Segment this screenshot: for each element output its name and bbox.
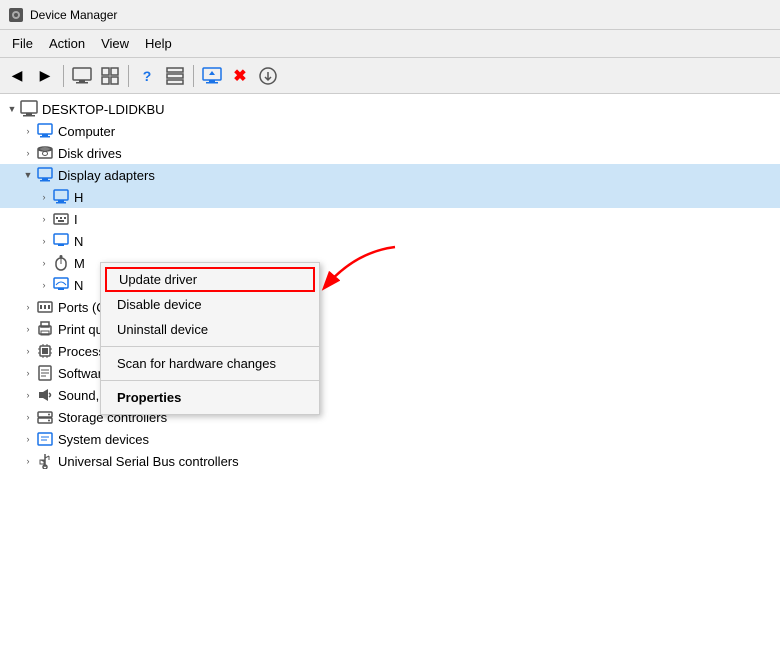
usb-label: Universal Serial Bus controllers: [58, 454, 239, 469]
app-icon: [8, 7, 24, 23]
disk-icon: [36, 144, 54, 162]
network-label: N: [74, 278, 83, 293]
mouse-expand[interactable]: ›: [36, 255, 52, 271]
root-label: DESKTOP-LDIDKBU: [42, 102, 165, 117]
monitor-expand[interactable]: ›: [36, 233, 52, 249]
computer-icon-btn[interactable]: [69, 63, 95, 89]
help-icon-btn[interactable]: ?: [134, 63, 160, 89]
computer-icon: [36, 122, 54, 140]
tree-item-computer[interactable]: › Computer: [0, 120, 780, 142]
toolbar-sep-3: [193, 65, 194, 87]
mouse-label: M: [74, 256, 85, 271]
keyboard-icon: [52, 210, 70, 228]
title-bar-text: Device Manager: [30, 8, 117, 22]
system-expand[interactable]: ›: [20, 431, 36, 447]
monitor-label: N: [74, 234, 83, 249]
ctx-properties[interactable]: Properties: [101, 385, 319, 410]
display-expand[interactable]: ▼: [20, 167, 36, 183]
forward-button[interactable]: ▶: [32, 63, 58, 89]
print-expand[interactable]: ›: [20, 321, 36, 337]
sound-icon: [36, 386, 54, 404]
usb-icon: [36, 452, 54, 470]
mouse-icon: [52, 254, 70, 272]
back-button[interactable]: ◀: [4, 63, 30, 89]
hid-expand[interactable]: ›: [36, 189, 52, 205]
menu-bar: File Action View Help: [0, 30, 780, 58]
disk-expand[interactable]: ›: [20, 145, 36, 161]
tree-root[interactable]: ▼ DESKTOP-LDIDKBU: [0, 98, 780, 120]
system-label: System devices: [58, 432, 149, 447]
tree-panel[interactable]: ▼ DESKTOP-LDIDKBU › Computer: [0, 94, 780, 648]
display-label: Display adapters: [58, 168, 155, 183]
sound-expand[interactable]: ›: [20, 387, 36, 403]
menu-action[interactable]: Action: [41, 33, 93, 54]
network-expand[interactable]: ›: [36, 277, 52, 293]
grid-icon-btn[interactable]: [97, 63, 123, 89]
ctx-disable-device[interactable]: Disable device: [101, 292, 319, 317]
monitor-icon: [52, 232, 70, 250]
tree-item-usb[interactable]: › Universal Serial Bus controllers: [0, 450, 780, 472]
tree-item-hid[interactable]: › H: [0, 186, 780, 208]
software-expand[interactable]: ›: [20, 365, 36, 381]
ports-icon: [36, 298, 54, 316]
menu-file[interactable]: File: [4, 33, 41, 54]
title-bar: Device Manager: [0, 0, 780, 30]
system-icon: [36, 430, 54, 448]
network-icon: [52, 276, 70, 294]
keyboard-label: I: [74, 212, 78, 227]
processor-expand[interactable]: ›: [20, 343, 36, 359]
computer-expand[interactable]: ›: [20, 123, 36, 139]
menu-view[interactable]: View: [93, 33, 137, 54]
root-expand[interactable]: ▼: [4, 101, 20, 117]
root-icon: [20, 100, 38, 118]
menu-help[interactable]: Help: [137, 33, 180, 54]
view-btn[interactable]: [162, 63, 188, 89]
computer-label: Computer: [58, 124, 115, 139]
tree-item-disk[interactable]: › Disk drives: [0, 142, 780, 164]
hid-icon: [52, 188, 70, 206]
toolbar-sep-2: [128, 65, 129, 87]
storage-expand[interactable]: ›: [20, 409, 36, 425]
keyboard-expand[interactable]: ›: [36, 211, 52, 227]
ctx-uninstall-device[interactable]: Uninstall device: [101, 317, 319, 342]
tree-item-display[interactable]: ▼ Display adapters: [0, 164, 780, 186]
storage-icon: [36, 408, 54, 426]
ctx-update-driver[interactable]: Update driver: [105, 267, 315, 292]
tree-item-system[interactable]: › System devices: [0, 428, 780, 450]
software-icon: [36, 364, 54, 382]
disk-label: Disk drives: [58, 146, 122, 161]
tree-item-keyboard[interactable]: › I: [0, 208, 780, 230]
context-menu: Update driver Disable device Uninstall d…: [100, 262, 320, 415]
display-icon: [36, 166, 54, 184]
usb-expand[interactable]: ›: [20, 453, 36, 469]
processor-icon: [36, 342, 54, 360]
download-btn[interactable]: [255, 63, 281, 89]
ctx-scan[interactable]: Scan for hardware changes: [101, 351, 319, 376]
print-icon: [36, 320, 54, 338]
tree-item-monitor[interactable]: › N: [0, 230, 780, 252]
delete-btn[interactable]: ✖: [227, 63, 253, 89]
ctx-separator: [101, 346, 319, 347]
toolbar: ◀ ▶ ? ✖: [0, 58, 780, 94]
hid-label: H: [74, 190, 83, 205]
ports-expand[interactable]: ›: [20, 299, 36, 315]
toolbar-sep-1: [63, 65, 64, 87]
ctx-separator-2: [101, 380, 319, 381]
monitor-btn[interactable]: [199, 63, 225, 89]
main-content: ▼ DESKTOP-LDIDKBU › Computer: [0, 94, 780, 648]
